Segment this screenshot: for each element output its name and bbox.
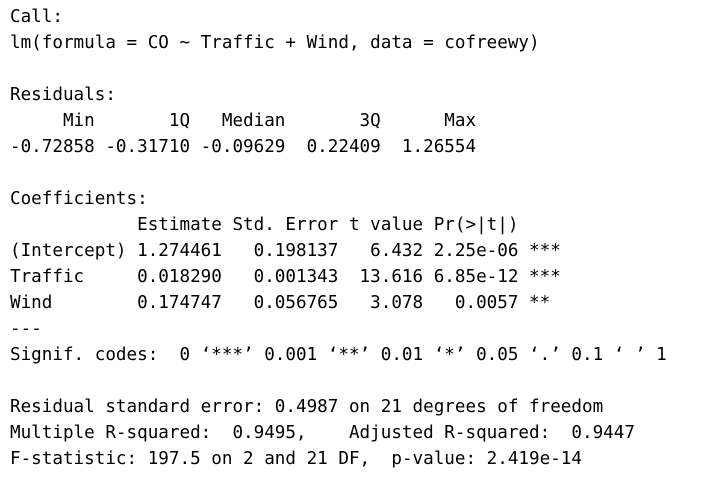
coefficients-table-header: Estimate Std. Error t value Pr(>|t|) [10,215,561,235]
coefficient-row-intercept: (Intercept) 1.274461 0.198137 6.432 2.25… [10,241,561,261]
signif-codes: Signif. codes: 0 ‘***’ 0.001 ‘**’ 0.01 ‘… [10,345,667,365]
r-console-output: Call: lm(formula = CO ~ Traffic + Wind, … [0,0,718,486]
residual-standard-error: Residual standard error: 0.4987 on 21 de… [10,397,604,417]
f-statistic: F-statistic: 197.5 on 2 and 21 DF, p-val… [10,449,582,469]
coefficient-row-wind: Wind 0.174747 0.056765 3.078 0.0057 ** [10,293,561,313]
coefficients-header: Coefficients: [10,189,148,209]
residuals-values: -0.72858 -0.31710 -0.09629 0.22409 1.265… [10,137,487,157]
r-squared: Multiple R-squared: 0.9495, Adjusted R-s… [10,423,646,443]
call-header: Call: [10,7,63,27]
residuals-header: Residuals: [10,85,116,105]
call-formula: lm(formula = CO ~ Traffic + Wind, data =… [10,33,540,53]
coefficient-row-traffic: Traffic 0.018290 0.001343 13.616 6.85e-1… [10,267,561,287]
separator: --- [10,319,42,339]
residuals-labels: Min 1Q Median 3Q Max [10,111,487,131]
